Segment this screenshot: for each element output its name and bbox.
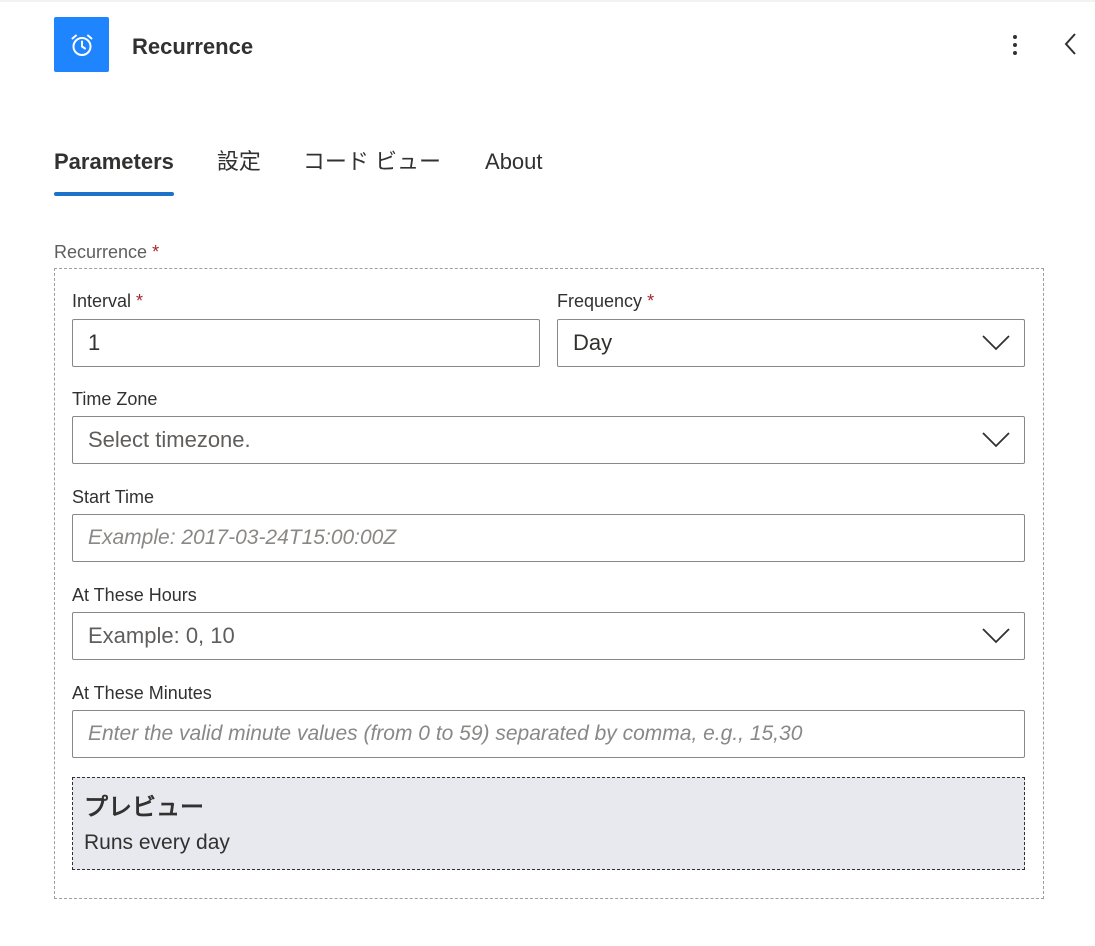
frequency-dropdown[interactable]: Day <box>557 319 1025 367</box>
start-time-input[interactable]: Example: 2017-03-24T15:00:00Z <box>72 514 1025 562</box>
recurrence-group-label: Recurrence * <box>54 240 159 264</box>
frequency-value: Day <box>573 330 613 355</box>
tab-about[interactable]: About <box>485 144 543 200</box>
chevron-left-icon <box>1064 33 1076 55</box>
frequency-label-text: Frequency <box>557 291 643 311</box>
chevron-down-icon <box>982 628 1010 644</box>
preview-text: Runs every day <box>84 831 230 854</box>
time-zone-placeholder: Select timezone. <box>88 427 251 452</box>
more-options-button[interactable] <box>1002 30 1028 60</box>
start-time-placeholder: Example: 2017-03-24T15:00:00Z <box>88 526 397 549</box>
interval-value: 1 <box>88 330 101 355</box>
interval-input[interactable]: 1 <box>72 319 540 367</box>
chevron-down-icon <box>982 432 1010 448</box>
chevron-down-icon <box>982 335 1010 351</box>
at-these-minutes-input[interactable]: Enter the valid minute values (from 0 to… <box>72 710 1025 758</box>
preview-box: プレビュー Runs every day <box>72 777 1025 870</box>
interval-label-text: Interval <box>72 291 132 311</box>
more-dot-icon <box>1013 35 1017 39</box>
alarm-clock-icon <box>71 34 92 56</box>
required-mark: * <box>136 291 144 311</box>
at-these-hours-placeholder: Example: 0, 10 <box>88 623 235 648</box>
recurrence-group-label-text: Recurrence <box>54 242 148 262</box>
tab-settings[interactable]: 設定 <box>217 144 261 200</box>
time-zone-label: Time Zone <box>72 389 158 409</box>
time-zone-dropdown[interactable]: Select timezone. <box>72 416 1025 464</box>
interval-label: Interval * <box>72 289 143 313</box>
at-these-hours-label: At These Hours <box>72 585 197 605</box>
panel-header: Recurrence <box>0 0 1095 92</box>
more-dot-icon <box>1013 43 1017 47</box>
panel-title: Recurrence <box>132 34 254 59</box>
frequency-label: Frequency * <box>557 289 654 313</box>
required-mark: * <box>647 291 655 311</box>
recurrence-app-tile <box>54 17 109 72</box>
at-these-minutes-label: At These Minutes <box>72 683 212 703</box>
required-mark: * <box>152 242 160 262</box>
tab-bar: Parameters 設定 コード ビュー About <box>54 144 586 200</box>
start-time-label: Start Time <box>72 487 155 507</box>
at-these-minutes-placeholder: Enter the valid minute values (from 0 to… <box>88 722 803 745</box>
preview-title: プレビュー <box>84 794 204 821</box>
more-dot-icon <box>1013 51 1017 55</box>
tab-code-view[interactable]: コード ビュー <box>303 144 441 200</box>
at-these-hours-dropdown[interactable]: Example: 0, 10 <box>72 612 1025 660</box>
collapse-panel-button[interactable] <box>1058 30 1084 58</box>
tab-parameters[interactable]: Parameters <box>54 144 174 200</box>
